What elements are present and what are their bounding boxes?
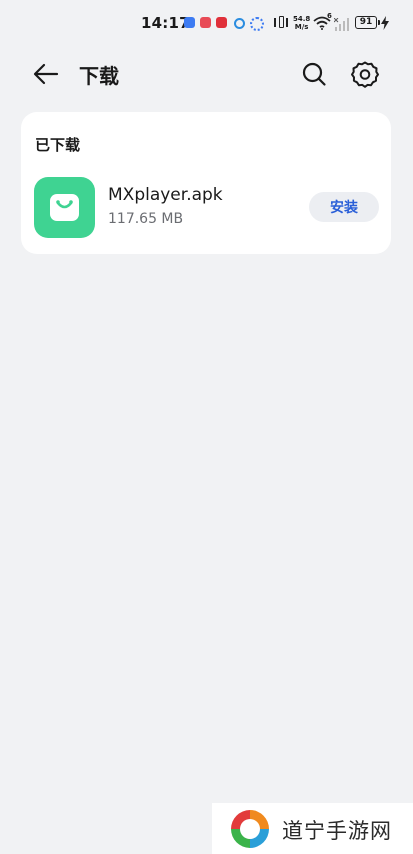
notification-icon (200, 17, 211, 28)
network-speed-value: 54.8 (293, 15, 311, 23)
logo-icon (230, 809, 270, 849)
signal-icon (333, 16, 350, 35)
page-title: 下载 (79, 64, 119, 88)
search-icon (302, 62, 326, 86)
network-speed-unit: M/s (294, 23, 309, 31)
vibrate-icon (274, 16, 288, 29)
app-icon (34, 177, 95, 238)
wifi-badge: 6 (327, 12, 332, 20)
wifi-icon: 6 (313, 12, 332, 34)
status-time: 14:17 (141, 14, 190, 32)
downloads-card: 已下载 MXplayer.apk 117.65 MB 安装 (21, 112, 391, 254)
battery-indicator: 91 (355, 16, 380, 29)
shopping-bag-icon (50, 194, 79, 221)
notification-icon (184, 17, 195, 28)
search-button[interactable] (298, 58, 330, 90)
notification-icon (234, 18, 245, 29)
watermark: 道宁手游网 (212, 803, 413, 854)
list-item[interactable]: MXplayer.apk 117.65 MB 安装 (21, 174, 391, 240)
file-name: MXplayer.apk (108, 185, 223, 205)
arrow-left-icon (33, 63, 59, 85)
charging-icon (381, 15, 389, 34)
network-speed: 54.8 M/s (293, 15, 310, 31)
status-bar: 14:17 54.8 M/s 6 91 (0, 0, 413, 46)
watermark-text: 道宁手游网 (282, 819, 392, 843)
gear-icon (351, 61, 379, 88)
section-title: 已下载 (35, 136, 81, 154)
settings-button[interactable] (349, 58, 381, 90)
install-button[interactable]: 安装 (309, 192, 379, 222)
notification-icon (216, 17, 227, 28)
app-header: 下载 (0, 46, 413, 102)
back-button[interactable] (30, 58, 62, 90)
file-size: 117.65 MB (108, 211, 184, 227)
notification-icon (250, 17, 264, 31)
